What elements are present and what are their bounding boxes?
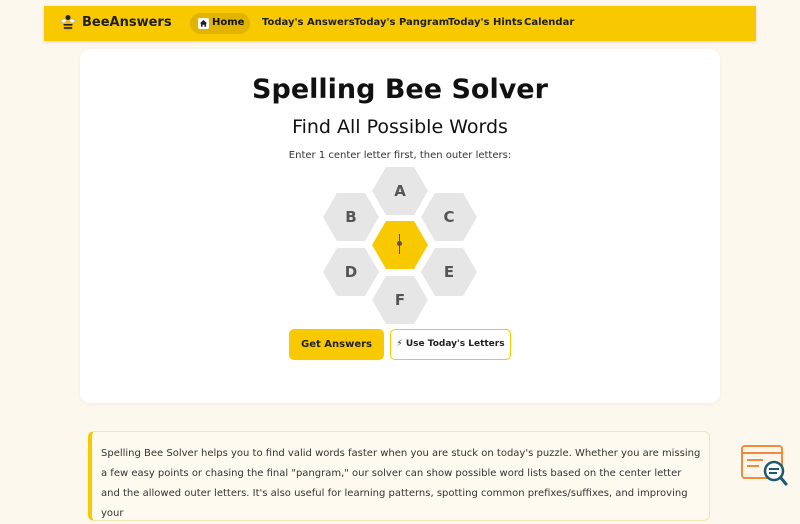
top-navbar: BeeAnswers Home Today's Answers Today's … xyxy=(44,6,756,41)
hex-letter-upper-left: B xyxy=(345,208,357,226)
cursor-dot xyxy=(397,241,402,246)
nav-link-todays-hints[interactable]: Today's Hints xyxy=(448,17,523,28)
nav-home-label: Home xyxy=(212,17,245,28)
bee-icon xyxy=(60,15,76,32)
floating-search-widget[interactable] xyxy=(741,445,789,487)
use-todays-letters-button[interactable]: ⚡ Use Today's Letters xyxy=(390,329,511,360)
logo-text: BeeAnswers xyxy=(82,15,172,30)
nav-link-todays-answers[interactable]: Today's Answers xyxy=(262,17,355,28)
page-title: Spelling Bee Solver xyxy=(252,74,548,105)
nav-link-calendar[interactable]: Calendar xyxy=(524,17,574,28)
hex-letter-lower-right: E xyxy=(443,263,455,281)
hex-letter-top: A xyxy=(394,182,406,200)
instruction-text: Enter 1 center letter first, then outer … xyxy=(288,150,512,161)
nav-home-button[interactable]: Home xyxy=(190,13,250,34)
hex-letter-lower-left: D xyxy=(344,263,358,281)
hex-letter-upper-right: C xyxy=(443,208,455,226)
search-magnifier-icon xyxy=(741,445,788,486)
get-answers-button[interactable]: Get Answers xyxy=(289,329,384,360)
home-icon xyxy=(198,18,209,29)
hex-letter-bottom: F xyxy=(394,291,406,309)
page-subtitle: Find All Possible Words xyxy=(292,116,508,138)
description-text: Spelling Bee Solver helps you to find va… xyxy=(101,448,701,519)
description-box: Spelling Bee Solver helps you to find va… xyxy=(88,431,710,521)
nav-link-todays-pangram[interactable]: Today's Pangram xyxy=(354,17,449,28)
